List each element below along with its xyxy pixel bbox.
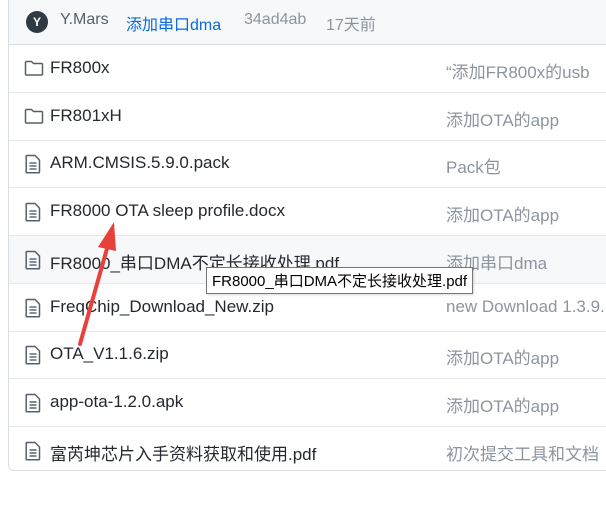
file-row[interactable]: FR801xH 添加OTA的app (9, 93, 606, 141)
file-row[interactable]: FR800x “添加FR800x的usb (9, 45, 606, 93)
file-icon (24, 202, 46, 222)
file-name-link[interactable]: FR8000 OTA sleep profile.docx (50, 201, 285, 221)
folder-icon (24, 59, 46, 79)
commit-message-link[interactable]: 添加串口dma (126, 11, 221, 35)
file-name-link[interactable]: app-ota-1.2.0.apk (50, 392, 183, 412)
file-icon (24, 393, 46, 413)
file-commit-message-link[interactable]: 添加OTA的app (446, 344, 559, 369)
file-icon (24, 441, 46, 461)
file-commit-message-link[interactable]: “添加FR800x的usb (446, 58, 590, 83)
filename-tooltip: FR8000_串口DMA不定长接收处理.pdf (206, 267, 474, 294)
file-name-link[interactable]: FR800x (50, 58, 110, 78)
commit-age: 17天前 (326, 17, 376, 34)
file-icon (24, 250, 46, 270)
file-row[interactable]: app-ota-1.2.0.apk 添加OTA的app (9, 379, 606, 427)
file-commit-message-link[interactable]: 添加OTA的app (446, 106, 559, 131)
file-name-link[interactable]: OTA_V1.1.6.zip (50, 344, 169, 364)
file-browser: Y Y.Mars 添加串口dma 34ad4ab 17天前 FR800x “添加F… (8, 0, 606, 471)
commit-sha-link[interactable]: 34ad4ab (244, 11, 306, 29)
file-commit-message-link[interactable]: 添加OTA的app (446, 392, 559, 417)
file-icon (24, 154, 46, 174)
avatar[interactable]: Y (26, 11, 48, 33)
commit-author[interactable]: Y.Mars (60, 11, 109, 29)
folder-icon (24, 107, 46, 127)
latest-commit-bar: Y Y.Mars 添加串口dma 34ad4ab 17天前 (9, 0, 606, 45)
file-icon (24, 345, 46, 365)
file-row[interactable]: OTA_V1.1.6.zip 添加OTA的app (9, 331, 606, 380)
file-name-link[interactable]: 富芮坤芯片入手资料获取和使用.pdf (50, 440, 316, 465)
file-row[interactable]: ARM.CMSIS.5.9.0.pack Pack包 (9, 140, 606, 189)
file-commit-message-link[interactable]: Pack包 (446, 153, 501, 178)
file-commit-message-link[interactable]: 初次提交工具和文档 (446, 440, 599, 465)
file-row[interactable]: 富芮坤芯片入手资料获取和使用.pdf 初次提交工具和文档 (9, 427, 606, 470)
file-name-link[interactable]: FR801xH (50, 106, 122, 126)
file-icon (24, 298, 46, 318)
file-row[interactable]: FR8000 OTA sleep profile.docx 添加OTA的app (9, 188, 606, 237)
file-commit-message-link[interactable]: 添加OTA的app (446, 201, 559, 226)
file-name-link[interactable]: FreqChip_Download_New.zip (50, 297, 274, 317)
file-name-link[interactable]: ARM.CMSIS.5.9.0.pack (50, 153, 230, 173)
file-commit-message-link[interactable]: new Download 1.3.9. (446, 297, 605, 317)
